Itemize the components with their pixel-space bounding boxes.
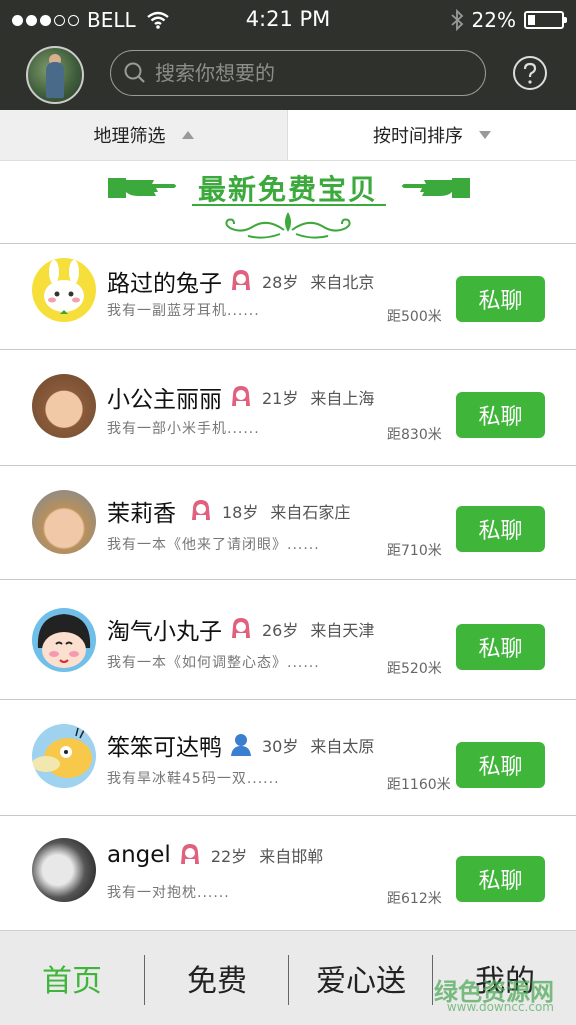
- sort-down-icon: [479, 131, 491, 139]
- location: 来自北京: [310, 273, 375, 292]
- item-name-line: 路过的兔子 28岁 来自北京: [107, 264, 374, 298]
- age: 30岁: [262, 737, 299, 756]
- location: 来自太原: [310, 737, 375, 756]
- private-chat-button[interactable]: 私聊: [456, 742, 545, 788]
- female-icon: [232, 270, 250, 291]
- location: 来自邯郸: [259, 847, 324, 866]
- list-item[interactable]: 笨笨可达鸭 30岁 来自太原 我有旱冰鞋45码一双...... 距1160米 私…: [0, 699, 576, 815]
- age: 21岁: [262, 389, 299, 408]
- sort-up-icon: [181, 131, 194, 139]
- user-avatar[interactable]: [26, 46, 84, 104]
- tab-free[interactable]: 免费: [145, 931, 289, 1025]
- avatar: [32, 838, 96, 902]
- filter-location[interactable]: 地理筛选: [0, 110, 288, 160]
- location: 来自上海: [310, 389, 375, 408]
- avatar: [32, 608, 96, 672]
- filter-bar: 地理筛选 按时间排序: [0, 110, 576, 161]
- user-name: 淘气小丸子: [107, 619, 222, 645]
- item-description: 我有旱冰鞋45码一双......: [107, 771, 280, 787]
- location: 来自石家庄: [270, 503, 351, 522]
- avatar: [32, 490, 96, 554]
- user-name: 茉莉香: [107, 501, 176, 527]
- item-description: 我有一本《如何调整心态》......: [107, 655, 320, 671]
- avatar: [32, 258, 96, 322]
- avatar: [32, 374, 96, 438]
- list-item[interactable]: 小公主丽丽 21岁 来自上海 我有一部小米手机...... 距830米 私聊: [0, 349, 576, 465]
- distance: 距500米: [387, 309, 442, 325]
- status-bar: BELL 4:21 PM 22%: [0, 0, 576, 40]
- item-name-line: 笨笨可达鸭 30岁 来自太原: [107, 728, 374, 762]
- female-icon: [180, 844, 199, 865]
- banner: 最新免费宝贝: [0, 160, 576, 244]
- age: 26岁: [262, 621, 299, 640]
- pointing-hand-left-icon: [402, 178, 470, 198]
- watermark-url: www.downcc.com: [446, 1000, 554, 1014]
- ornament-flourish-icon: [225, 212, 351, 239]
- list-item[interactable]: 茉莉香 18岁 来自石家庄 我有一本《他来了请闭眼》...... 距710米 私…: [0, 465, 576, 579]
- filter-time-label: 按时间排序: [373, 126, 463, 147]
- filter-time-sort[interactable]: 按时间排序: [288, 110, 576, 160]
- user-name: 小公主丽丽: [107, 387, 222, 413]
- user-name: 路过的兔子: [107, 271, 222, 297]
- distance: 距612米: [387, 891, 442, 907]
- item-name-line: 茉莉香 18岁 来自石家庄: [107, 494, 350, 528]
- age: 28岁: [262, 273, 299, 292]
- private-chat-button[interactable]: 私聊: [456, 506, 545, 552]
- location: 来自天津: [310, 621, 375, 640]
- search-input[interactable]: [153, 60, 457, 86]
- search-box[interactable]: [110, 50, 486, 96]
- battery-percent: 22%: [471, 8, 516, 32]
- female-icon: [232, 386, 250, 407]
- item-name-line: angel 22岁 来自邯郸: [107, 842, 323, 868]
- user-name: angel: [107, 842, 171, 868]
- filter-location-label: 地理筛选: [93, 126, 166, 147]
- tab-home[interactable]: 首页: [0, 931, 144, 1025]
- search-icon: [124, 62, 145, 83]
- item-description: 我有一本《他来了请闭眼》......: [107, 537, 320, 553]
- list-item[interactable]: 淘气小丸子 26岁 来自天津 我有一本《如何调整心态》...... 距520米 …: [0, 579, 576, 699]
- banner-title: 最新免费宝贝: [197, 173, 378, 206]
- list-item[interactable]: 路过的兔子 28岁 来自北京 我有一副蓝牙耳机...... 距500米 私聊: [0, 243, 576, 349]
- list-item[interactable]: angel 22岁 来自邯郸 我有一对抱枕...... 距612米 私聊: [0, 815, 576, 931]
- battery-icon: [524, 11, 567, 29]
- help-icon[interactable]: [512, 55, 548, 91]
- age: 18岁: [222, 503, 259, 522]
- item-description: 我有一部小米手机......: [107, 421, 260, 437]
- male-icon: [231, 734, 251, 756]
- status-right: 22%: [450, 8, 567, 32]
- female-icon: [192, 500, 210, 521]
- item-description: 我有一对抱枕......: [107, 885, 230, 901]
- bluetooth-icon: [450, 9, 463, 31]
- banner-underline: [192, 204, 386, 206]
- private-chat-button[interactable]: 私聊: [456, 624, 545, 670]
- private-chat-button[interactable]: 私聊: [456, 856, 545, 902]
- distance: 距1160米: [387, 777, 451, 793]
- private-chat-button[interactable]: 私聊: [456, 392, 545, 438]
- item-description: 我有一副蓝牙耳机......: [107, 303, 260, 319]
- user-name: 笨笨可达鸭: [107, 735, 222, 761]
- female-icon: [232, 618, 250, 639]
- item-name-line: 小公主丽丽 21岁 来自上海: [107, 380, 374, 414]
- private-chat-button[interactable]: 私聊: [456, 276, 545, 322]
- distance: 距830米: [387, 427, 442, 443]
- tab-love-give[interactable]: 爱心送: [289, 931, 433, 1025]
- distance: 距710米: [387, 543, 442, 559]
- distance: 距520米: [387, 661, 442, 677]
- age: 22岁: [210, 847, 248, 866]
- avatar: [32, 724, 96, 788]
- app-header: BELL 4:21 PM 22%: [0, 0, 576, 110]
- item-name-line: 淘气小丸子 26岁 来自天津: [107, 612, 374, 646]
